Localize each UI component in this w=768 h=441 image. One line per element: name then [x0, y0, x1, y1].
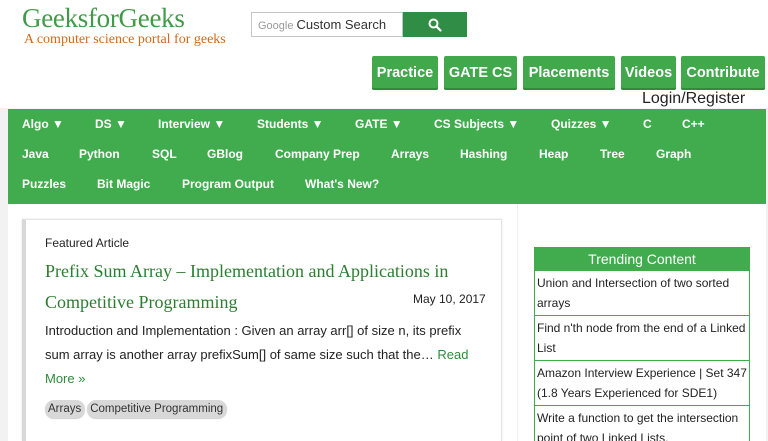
- menu-bit-magic[interactable]: Bit Magic: [97, 177, 150, 191]
- menu-algo[interactable]: Algo ▼: [22, 117, 64, 131]
- menu-ds[interactable]: DS ▼: [95, 117, 127, 131]
- nav-practice[interactable]: Practice: [372, 56, 438, 90]
- magnifier-icon: [428, 18, 442, 32]
- trending-item[interactable]: Amazon Interview Experience | Set 347 (1…: [534, 361, 750, 406]
- trending-item[interactable]: Union and Intersection of two sorted arr…: [534, 271, 750, 316]
- site-tagline: A computer science portal for geeks: [24, 32, 226, 47]
- menu-sql[interactable]: SQL: [152, 147, 177, 161]
- tag-arrays[interactable]: Arrays: [45, 400, 86, 418]
- site-header: GeeksforGeeks A computer science portal …: [0, 0, 768, 108]
- search-bar: Google Custom Search: [251, 12, 467, 37]
- menu-gblog[interactable]: GBlog: [207, 147, 243, 161]
- menu-hashing[interactable]: Hashing: [460, 147, 507, 161]
- trending-item[interactable]: Find n'th node from the end of a Linked …: [534, 316, 750, 361]
- article-excerpt-text: Introduction and Implementation : Given …: [45, 323, 462, 362]
- featured-article-label: Featured Article: [45, 236, 130, 250]
- menu-graph[interactable]: Graph: [656, 147, 691, 161]
- menu-company-prep[interactable]: Company Prep: [275, 147, 360, 161]
- menu-c[interactable]: C: [643, 117, 652, 131]
- article-excerpt: Introduction and Implementation : Given …: [45, 319, 485, 391]
- article-title-link[interactable]: Prefix Sum Array – Implementation and Ap…: [45, 256, 495, 318]
- menu-arrays[interactable]: Arrays: [391, 147, 429, 161]
- site-logo[interactable]: GeeksforGeeks: [22, 3, 185, 34]
- tag-competitive-programming[interactable]: Competitive Programming: [87, 400, 228, 418]
- nav-contribute[interactable]: Contribute: [681, 56, 765, 90]
- search-brand-label: Google: [258, 20, 294, 32]
- search-button[interactable]: [403, 12, 467, 37]
- article-date: May 10, 2017: [413, 292, 486, 306]
- menu-students[interactable]: Students ▼: [257, 117, 324, 131]
- trending-item[interactable]: Write a function to get the intersection…: [534, 406, 750, 441]
- trending-content-heading: Trending Content: [534, 247, 750, 271]
- menu-java[interactable]: Java: [22, 147, 49, 161]
- search-placeholder: Custom Search: [296, 17, 387, 32]
- login-register-link[interactable]: Login/Register: [642, 90, 745, 108]
- menu-python[interactable]: Python: [79, 147, 120, 161]
- menu-program-output[interactable]: Program Output: [182, 177, 274, 191]
- article-tags: Arrays Competitive Programming: [45, 400, 228, 418]
- menu-puzzles[interactable]: Puzzles: [22, 177, 66, 191]
- menu-cs-subjects[interactable]: CS Subjects ▼: [434, 117, 519, 131]
- menu-quizzes[interactable]: Quizzes ▼: [551, 117, 612, 131]
- sidebar-divider: [517, 204, 518, 441]
- menu-tree[interactable]: Tree: [600, 147, 625, 161]
- menu-gate[interactable]: GATE ▼: [355, 117, 403, 131]
- menu-cpp[interactable]: C++: [682, 117, 705, 131]
- menu-interview[interactable]: Interview ▼: [158, 117, 225, 131]
- nav-gate-cs[interactable]: GATE CS: [444, 56, 517, 90]
- nav-placements[interactable]: Placements: [523, 56, 615, 90]
- trending-list: Union and Intersection of two sorted arr…: [534, 271, 750, 441]
- menu-whats-new[interactable]: What's New?: [305, 177, 379, 191]
- menu-heap[interactable]: Heap: [539, 147, 568, 161]
- main-menu: Algo ▼ DS ▼ Interview ▼ Students ▼ GATE …: [8, 109, 766, 204]
- search-input[interactable]: Google Custom Search: [251, 12, 403, 37]
- nav-videos[interactable]: Videos: [621, 56, 676, 90]
